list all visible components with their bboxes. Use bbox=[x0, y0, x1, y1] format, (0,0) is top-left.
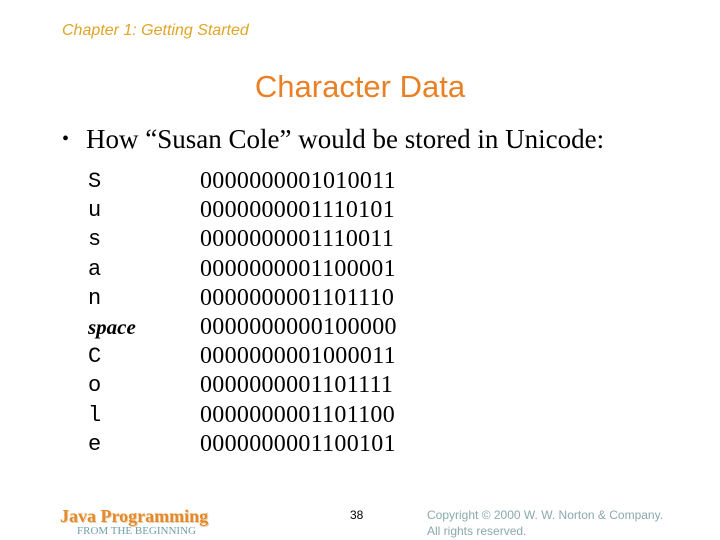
binary-cell: 0000000001110101 bbox=[200, 197, 396, 224]
rights-line: All rights reserved. bbox=[427, 524, 527, 538]
character-cell: o bbox=[88, 373, 102, 399]
character-cell: n bbox=[88, 285, 102, 311]
binary-cell: 0000000001010011 bbox=[200, 168, 396, 195]
table-row: s 0000000001110011 bbox=[88, 225, 397, 254]
binary-cell: 0000000001110011 bbox=[200, 226, 395, 253]
chapter-heading: Chapter 1: Getting Started bbox=[62, 22, 249, 39]
table-row: n 0000000001101110 bbox=[88, 284, 397, 313]
bullet-item: • How “Susan Cole” would be stored in Uni… bbox=[62, 124, 604, 155]
character-cell: C bbox=[88, 344, 102, 370]
binary-cell: 0000000001100001 bbox=[200, 255, 396, 282]
binary-cell: 0000000001101110 bbox=[200, 284, 395, 311]
binary-cell: 0000000001100101 bbox=[200, 430, 396, 457]
page-number: 38 bbox=[350, 508, 364, 522]
binary-cell: 0000000000100000 bbox=[200, 314, 397, 341]
copyright-notice: Copyright © 2000 W. W. Norton & Company.… bbox=[427, 507, 663, 539]
table-row: e 0000000001100101 bbox=[88, 430, 397, 459]
binary-cell: 0000000001000011 bbox=[200, 343, 396, 370]
table-row: l 0000000001101100 bbox=[88, 401, 397, 430]
character-cell: S bbox=[88, 169, 102, 195]
table-row: space 0000000000100000 bbox=[88, 313, 397, 342]
table-row: a 0000000001100001 bbox=[88, 255, 397, 284]
bullet-text: How “Susan Cole” would be stored in Unic… bbox=[86, 124, 605, 154]
table-row: S 0000000001010011 bbox=[88, 167, 397, 196]
character-cell: a bbox=[88, 256, 102, 282]
character-cell: e bbox=[88, 431, 102, 457]
bullet-icon: • bbox=[62, 128, 70, 150]
copyright-line: Copyright © 2000 W. W. Norton & Company. bbox=[427, 508, 664, 522]
slide-title-text: Character Data bbox=[254, 69, 466, 104]
table-row: C 0000000001000011 bbox=[88, 342, 397, 371]
character-cell: space bbox=[88, 315, 136, 340]
binary-cell: 0000000001101111 bbox=[200, 372, 394, 399]
book-logo: Java Programming FROM THE BEGINNING bbox=[60, 506, 208, 537]
character-cell: u bbox=[88, 198, 102, 224]
book-subtitle: FROM THE BEGINNING bbox=[77, 525, 196, 537]
encoding-table: S 0000000001010011 u 0000000001110101 s … bbox=[88, 167, 397, 459]
table-row: u 0000000001110101 bbox=[88, 196, 397, 225]
book-title: Java Programming bbox=[60, 506, 209, 526]
character-cell: s bbox=[88, 227, 102, 253]
character-cell: l bbox=[88, 402, 102, 428]
slide-title: Character Data bbox=[0, 69, 720, 105]
binary-cell: 0000000001101100 bbox=[200, 401, 396, 428]
table-row: o 0000000001101111 bbox=[88, 371, 397, 400]
